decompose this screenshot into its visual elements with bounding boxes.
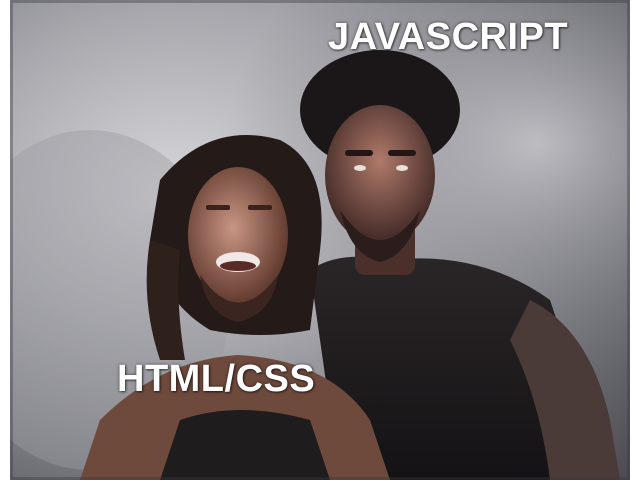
meme-scene <box>10 0 630 480</box>
bottom-caption: HTML/CSS <box>117 358 316 400</box>
top-caption: JAVASCRIPT <box>328 16 569 58</box>
meme-frame: JAVASCRIPT HTML/CSS <box>0 0 640 480</box>
meme-photo: JAVASCRIPT HTML/CSS <box>10 0 630 480</box>
